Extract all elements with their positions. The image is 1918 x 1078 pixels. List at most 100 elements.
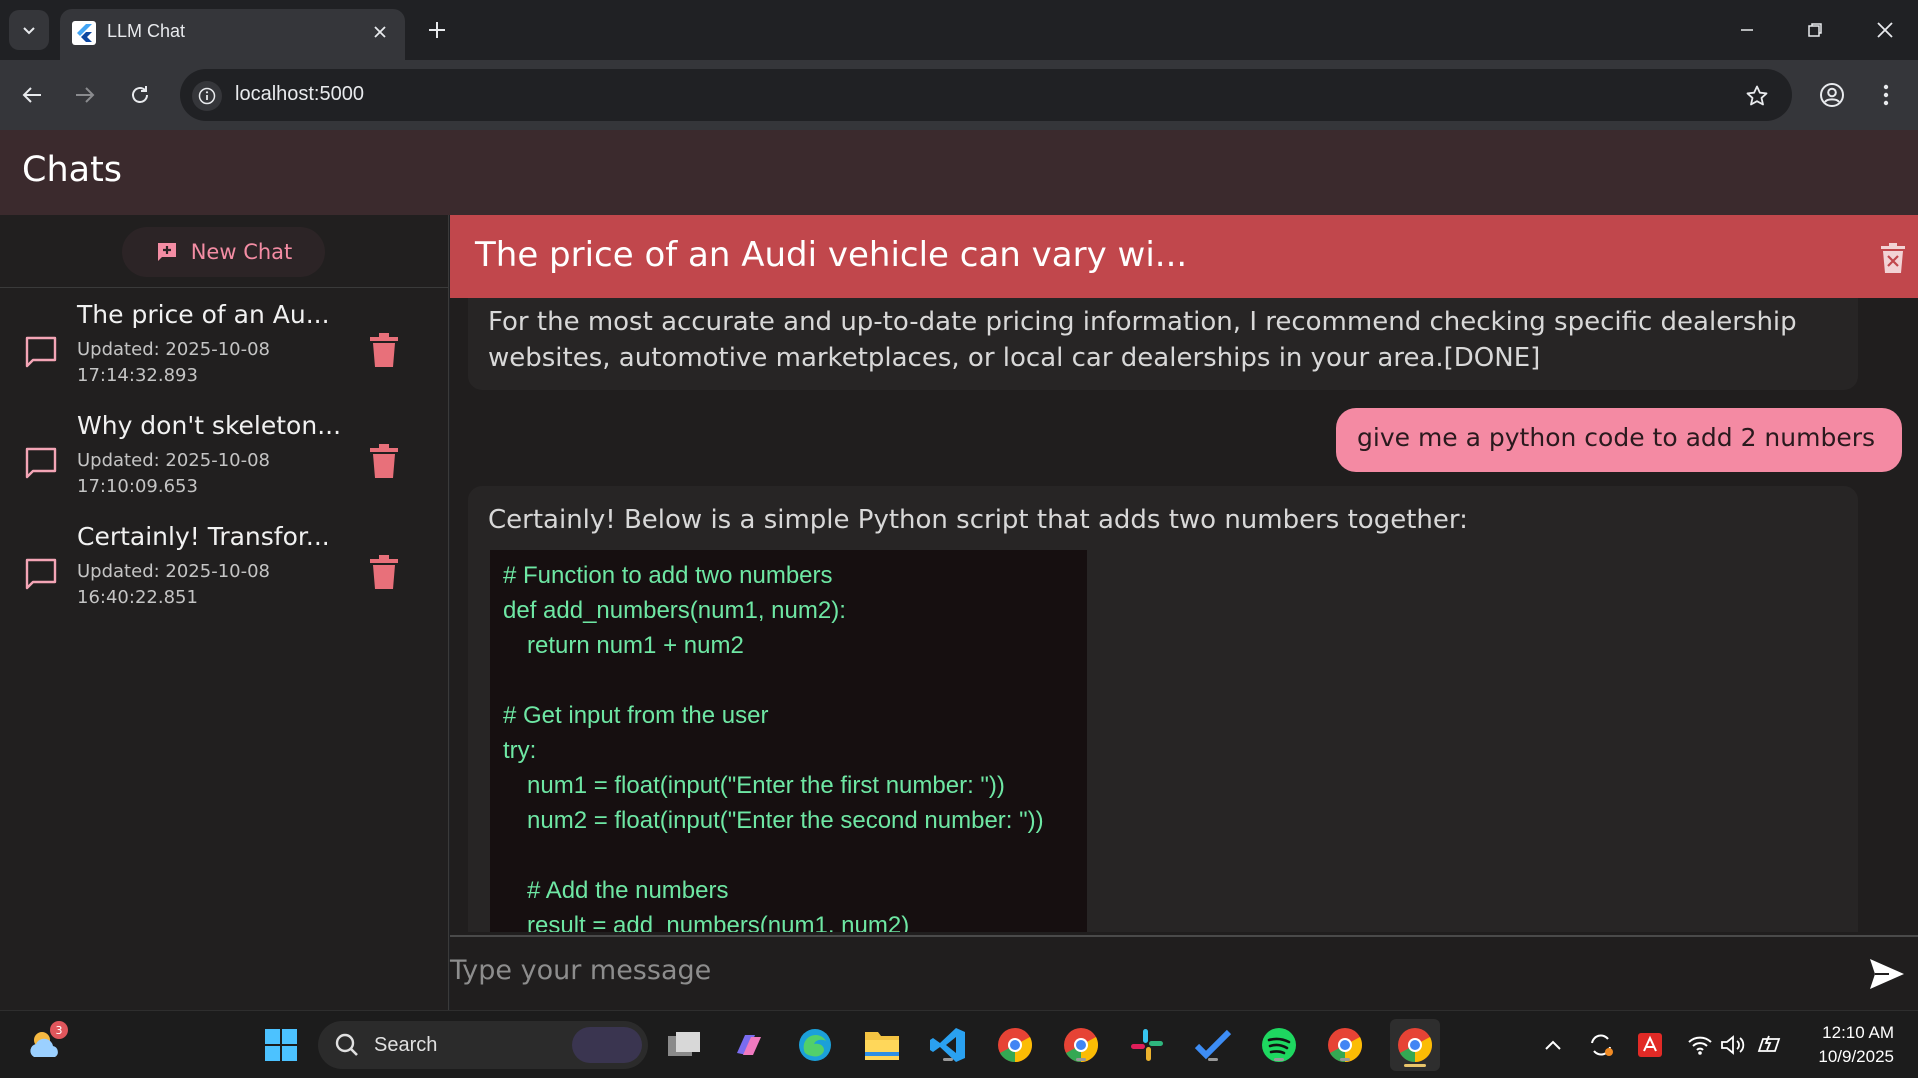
running-indicator bbox=[1208, 1058, 1218, 1061]
show-hidden-icons-button[interactable] bbox=[1535, 1025, 1571, 1065]
chat-item-updated-date: Updated: 2025-10-08 bbox=[77, 450, 271, 471]
sidebar-divider bbox=[0, 287, 449, 288]
chat-list-item[interactable]: Certainly! Transfor... Updated: 2025-10-… bbox=[0, 522, 449, 632]
spotify-button[interactable] bbox=[1259, 1025, 1299, 1065]
code-line: def add_numbers(num1, num2): bbox=[503, 597, 846, 624]
copilot-icon bbox=[737, 1035, 761, 1055]
reload-icon bbox=[132, 86, 148, 103]
code-block[interactable]: # Function to add two numbers def add_nu… bbox=[490, 550, 1087, 932]
edge-icon bbox=[799, 1029, 831, 1061]
close-icon bbox=[374, 26, 386, 38]
chat-list-item[interactable]: Why don't skeleton... Updated: 2025-10-0… bbox=[0, 411, 449, 521]
weather-widget[interactable]: 3 bbox=[26, 1021, 68, 1065]
volume-icon bbox=[1721, 1035, 1745, 1055]
taskbar-search-label: Search bbox=[374, 1034, 438, 1056]
chat-main: The price of an Audi vehicle can vary wi… bbox=[450, 215, 1918, 1010]
info-icon bbox=[198, 87, 216, 105]
edge-button[interactable] bbox=[795, 1025, 835, 1065]
delete-conversation-button[interactable] bbox=[1880, 242, 1906, 274]
sync-tray-icon[interactable] bbox=[1584, 1025, 1618, 1065]
code-line: # Add the numbers bbox=[527, 877, 729, 904]
restore-button[interactable] bbox=[1795, 10, 1835, 50]
star-icon bbox=[1746, 85, 1768, 106]
running-indicator bbox=[943, 1058, 953, 1061]
new-tab-button[interactable] bbox=[421, 14, 453, 46]
assistant-message-text: Certainly! Below is a simple Python scri… bbox=[488, 505, 1468, 535]
code-line: result = add_numbers(num1, num2) bbox=[527, 912, 910, 932]
url-text[interactable]: localhost:5000 bbox=[235, 83, 364, 106]
address-bar[interactable]: localhost:5000 bbox=[180, 69, 1792, 121]
vscode-button[interactable] bbox=[928, 1025, 968, 1065]
todo-button[interactable] bbox=[1193, 1025, 1233, 1065]
running-indicator bbox=[1274, 1058, 1284, 1061]
tab-search-button[interactable] bbox=[9, 10, 49, 50]
chat-item-updated-date: Updated: 2025-10-08 bbox=[77, 561, 271, 582]
battery-tray-icon[interactable] bbox=[1752, 1025, 1786, 1065]
delete-chat-button[interactable] bbox=[369, 554, 399, 590]
tab-title: LLM Chat bbox=[107, 21, 186, 41]
tab-close-button[interactable] bbox=[367, 19, 393, 45]
browser-menu-button[interactable] bbox=[1866, 75, 1906, 115]
volume-tray-icon[interactable] bbox=[1716, 1025, 1750, 1065]
back-button[interactable] bbox=[12, 75, 52, 115]
forward-button[interactable] bbox=[65, 75, 105, 115]
page-title: Chats bbox=[22, 150, 123, 190]
chat-item-updated-time: 17:10:09.653 bbox=[77, 476, 198, 497]
message-input[interactable]: Type your message bbox=[450, 955, 711, 986]
chat-item-updated: Updated: 2025-10-08 16:40:22.851 bbox=[77, 559, 307, 611]
folder-icon bbox=[865, 1032, 899, 1060]
copilot-button[interactable] bbox=[729, 1025, 769, 1065]
arrow-left-icon bbox=[22, 87, 41, 103]
close-icon bbox=[1877, 22, 1893, 38]
assistant-message-line: For the most accurate and up-to-date pri… bbox=[488, 307, 1797, 337]
chrome-profile-button[interactable] bbox=[1061, 1025, 1101, 1065]
chat-title-bar: The price of an Audi vehicle can vary wi… bbox=[450, 215, 1918, 298]
weather-badge: 3 bbox=[50, 1021, 68, 1039]
site-info-button[interactable] bbox=[192, 81, 222, 111]
reload-button[interactable] bbox=[120, 75, 160, 115]
taskbar-clock[interactable]: 12:10 AM 10/9/2025 bbox=[1818, 1021, 1894, 1069]
clock-date: 10/9/2025 bbox=[1818, 1047, 1894, 1066]
delete-chat-button[interactable] bbox=[369, 332, 399, 368]
plus-icon bbox=[429, 22, 445, 38]
search-icon bbox=[335, 1033, 358, 1056]
chat-bubble-icon bbox=[25, 447, 57, 479]
chat-bubble-icon bbox=[25, 336, 57, 368]
chat-item-title: Why don't skeleton... bbox=[77, 411, 342, 440]
chat-list-item[interactable]: The price of an Au... Updated: 2025-10-0… bbox=[0, 300, 449, 410]
profile-button[interactable] bbox=[1812, 75, 1852, 115]
start-button[interactable] bbox=[261, 1025, 301, 1065]
windows-logo-icon bbox=[265, 1029, 297, 1061]
chat-sidebar: New Chat The price of an Au... Updated: … bbox=[0, 215, 449, 1010]
slack-button[interactable] bbox=[1127, 1025, 1167, 1065]
taskbar-search[interactable]: Search bbox=[318, 1021, 648, 1069]
new-chat-button[interactable]: New Chat bbox=[122, 227, 325, 277]
minimize-button[interactable] bbox=[1727, 10, 1767, 50]
send-icon[interactable] bbox=[1868, 957, 1906, 991]
file-explorer-button[interactable] bbox=[862, 1025, 902, 1065]
message-list[interactable]: For the most accurate and up-to-date pri… bbox=[450, 298, 1918, 932]
acrobat-tray-icon[interactable] bbox=[1633, 1025, 1667, 1065]
delete-chat-button[interactable] bbox=[369, 443, 399, 479]
new-chat-label: New Chat bbox=[190, 240, 293, 264]
task-view-button[interactable] bbox=[664, 1025, 704, 1065]
chrome-profile-button[interactable] bbox=[995, 1025, 1035, 1065]
chrome-icon bbox=[1398, 1028, 1432, 1062]
chrome-active-button[interactable] bbox=[1390, 1019, 1440, 1071]
chat-bubble-icon bbox=[25, 558, 57, 590]
chat-item-title: Certainly! Transfor... bbox=[77, 522, 330, 551]
arrow-right-icon bbox=[76, 87, 95, 103]
chrome-profile-button[interactable] bbox=[1325, 1025, 1365, 1065]
app-header: Chats bbox=[0, 130, 1918, 215]
bookmark-button[interactable] bbox=[1742, 81, 1772, 111]
wifi-tray-icon[interactable] bbox=[1683, 1025, 1717, 1065]
chat-item-updated-date: Updated: 2025-10-08 bbox=[77, 339, 271, 360]
browser-tab-active[interactable]: LLM Chat bbox=[60, 9, 405, 60]
code-line: try: bbox=[503, 737, 537, 764]
code-line: num1 = float(input("Enter the first numb… bbox=[527, 772, 1005, 799]
slack-icon bbox=[1131, 1029, 1163, 1061]
clock-time: 12:10 AM bbox=[1822, 1023, 1894, 1042]
todo-check-icon bbox=[1194, 1029, 1232, 1060]
close-window-button[interactable] bbox=[1865, 10, 1905, 50]
sync-icon bbox=[1591, 1034, 1613, 1056]
